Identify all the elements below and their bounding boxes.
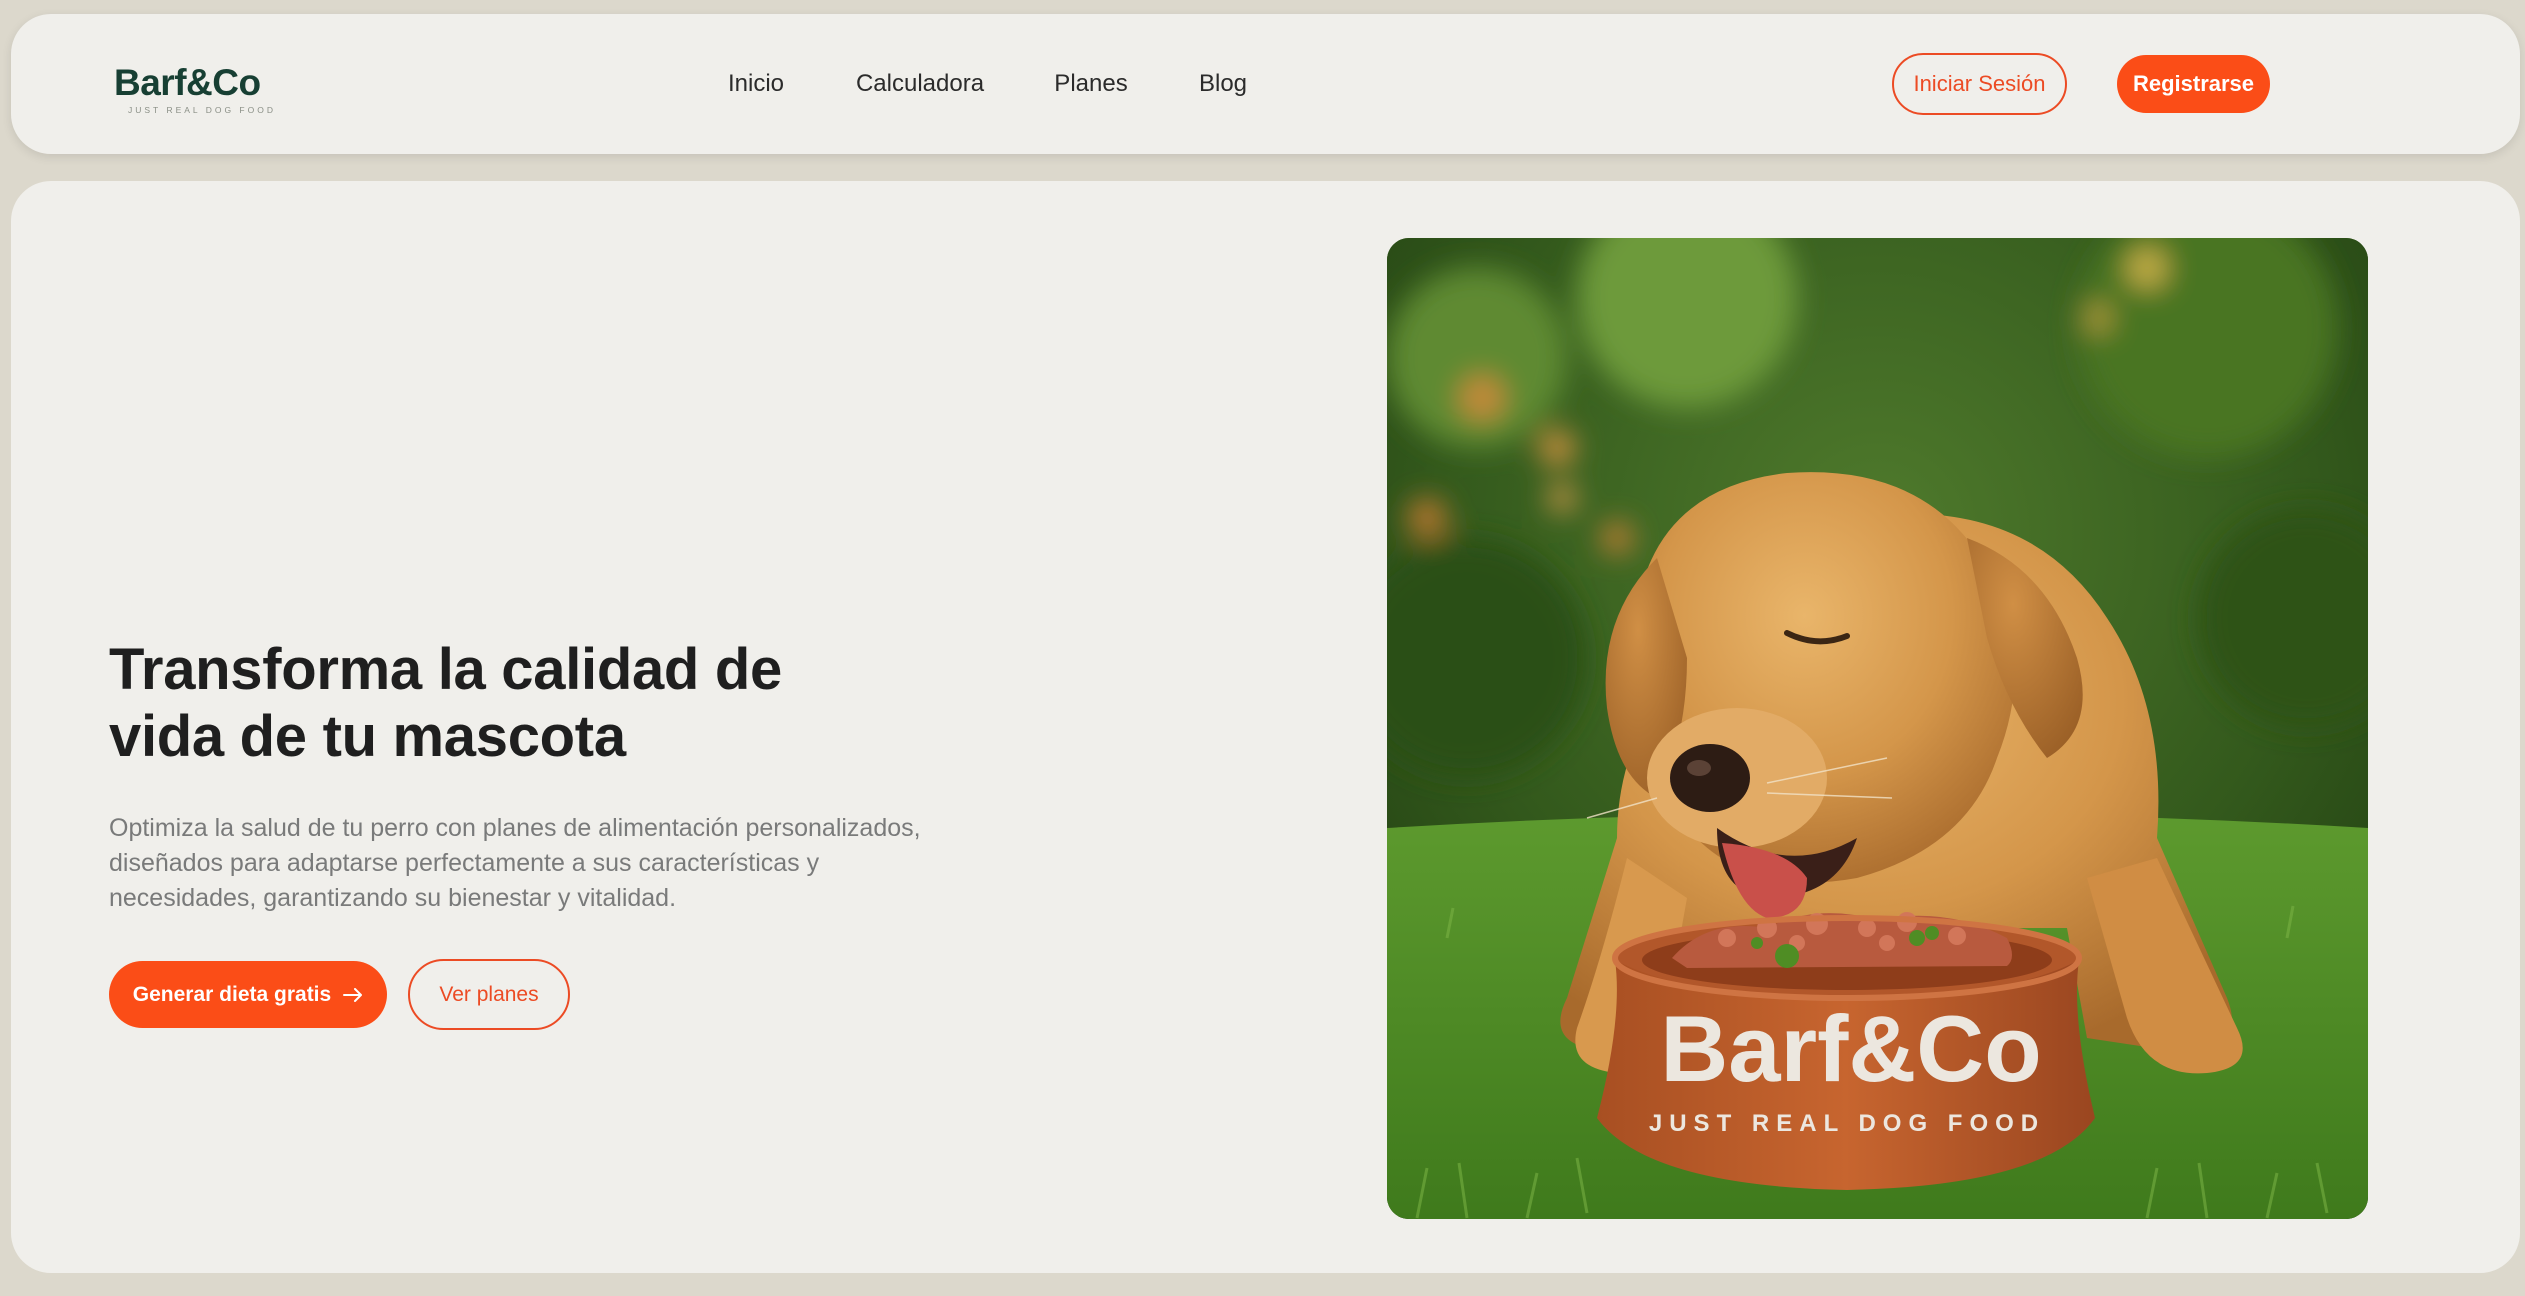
hero-dog-image: Barf&Co JUST REAL DOG FOOD [1387,238,2368,1219]
food-bowl: Barf&Co JUST REAL DOG FOOD [1597,912,2095,1190]
brand-logo[interactable]: Barf&Co JUST REAL DOG FOOD [114,64,276,115]
bowl-brand: Barf&Co [1660,996,2041,1101]
dog-eating-illustration: Barf&Co JUST REAL DOG FOOD [1387,238,2368,1219]
brand-tagline: JUST REAL DOG FOOD [128,105,276,115]
generate-diet-label: Generar dieta gratis [132,982,332,1006]
generate-diet-button[interactable]: Generar dieta gratis [109,961,387,1028]
hero-title-line-2: vida de tu mascota [109,704,626,769]
login-button[interactable]: Iniciar Sesión [1892,53,2067,115]
hero-title: Transforma la calidad de vida de tu masc… [109,636,889,770]
register-button[interactable]: Registrarse [2117,55,2270,113]
brand-name: Barf&Co [114,62,261,103]
hero-section: Transforma la calidad de vida de tu masc… [11,181,2520,1273]
hero-title-line-1: Transforma la calidad de [109,637,782,702]
landing-page: Barf&Co JUST REAL DOG FOOD Inicio Calcul… [0,0,2525,1296]
nav-link-planes[interactable]: Planes [1054,70,1127,98]
nav-link-blog[interactable]: Blog [1199,70,1247,98]
view-plans-button[interactable]: Ver planes [408,959,570,1030]
bowl-tagline: JUST REAL DOG FOOD [1649,1110,2045,1137]
hero-description: Optimiza la salud de tu perro con planes… [109,814,921,912]
arrow-right-icon [343,987,363,1002]
top-navbar: Barf&Co JUST REAL DOG FOOD Inicio Calcul… [11,14,2520,154]
nav-link-inicio[interactable]: Inicio [728,70,784,98]
nav-link-calculadora[interactable]: Calculadora [856,70,984,98]
